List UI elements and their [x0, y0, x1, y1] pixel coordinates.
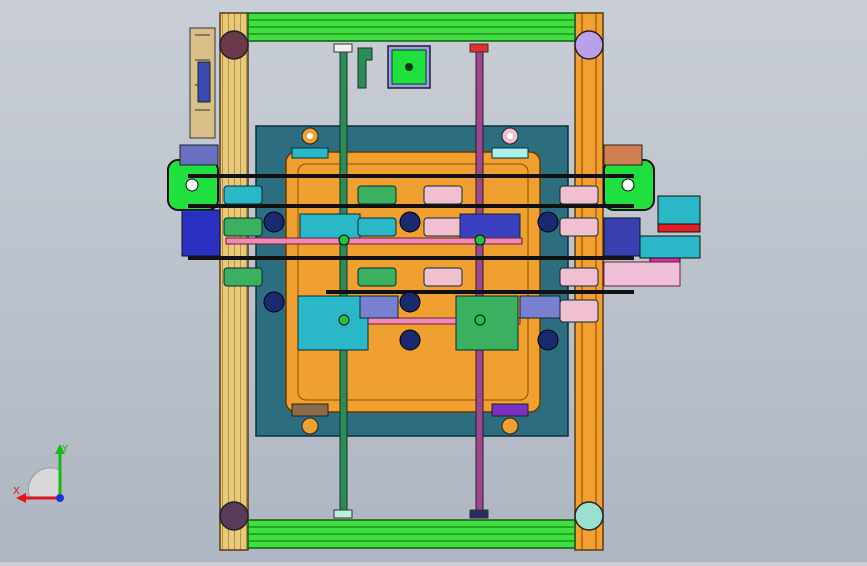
left-carriage — [181, 209, 221, 257]
heated-bed — [285, 151, 541, 413]
cad-viewport[interactable]: Y X — [0, 0, 867, 562]
x-rail-bottom — [326, 290, 634, 294]
z-rod-purple — [475, 47, 484, 517]
x-rail-low — [188, 256, 634, 260]
corner-foot-br — [574, 501, 604, 531]
y-axis-label: Y — [61, 444, 69, 455]
x-rail-top — [188, 174, 634, 178]
z-axis-dot-icon — [56, 494, 64, 502]
corner-foot-tr — [574, 30, 604, 60]
assembly-drawing[interactable] — [0, 0, 867, 562]
z-rod-green — [339, 47, 348, 517]
x-rail-mid — [188, 204, 634, 208]
corner-foot-tl — [219, 30, 249, 60]
corner-foot-bl — [219, 501, 249, 531]
x-axis-label: X — [13, 486, 20, 497]
coordinate-triad: Y X — [13, 444, 69, 503]
